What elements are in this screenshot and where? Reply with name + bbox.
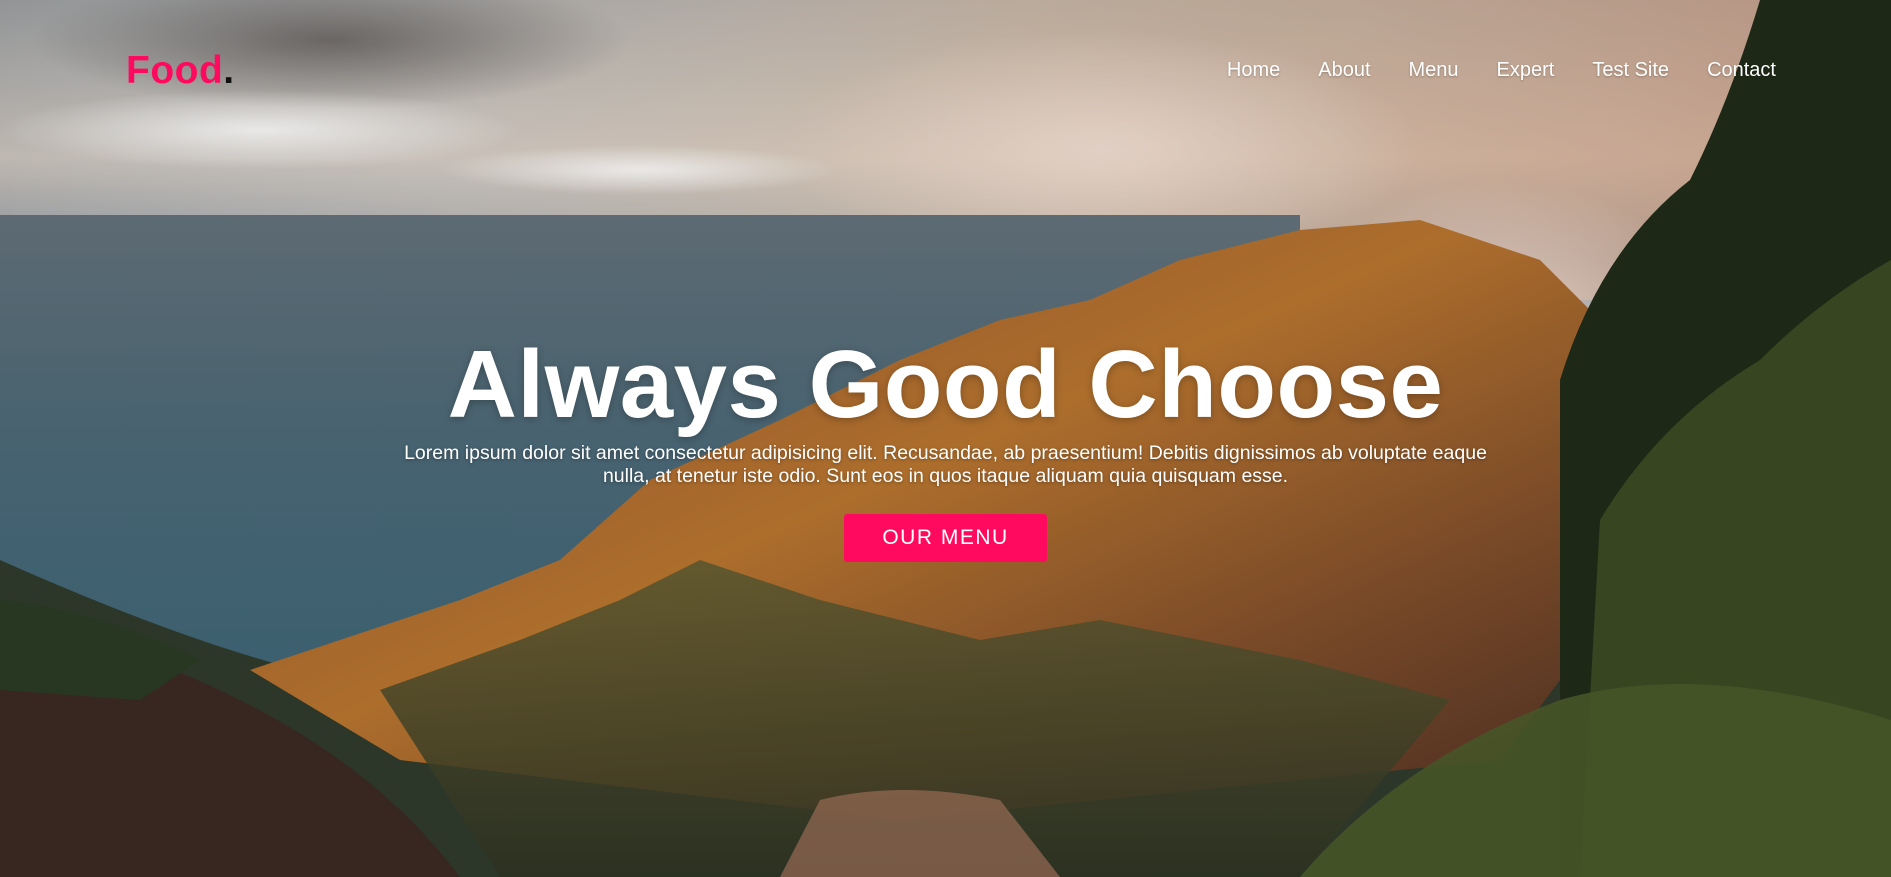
brand-dot: . xyxy=(223,49,235,92)
nav-link-menu[interactable]: Menu xyxy=(1409,58,1459,82)
nav-item-about: About xyxy=(1318,58,1370,82)
nav-link-home[interactable]: Home xyxy=(1227,58,1280,82)
nav-link-test-site[interactable]: Test Site xyxy=(1592,58,1669,82)
hero-description: Lorem ipsum dolor sit amet consectetur a… xyxy=(404,442,1487,487)
nav-menu: Home About Menu Expert Test Site Contact xyxy=(1189,58,1776,82)
brand-name: Food xyxy=(126,49,224,92)
hero-section: Food. Home About Menu Expert Test Site C… xyxy=(0,0,1891,877)
nav-item-contact: Contact xyxy=(1707,58,1776,82)
brand-logo[interactable]: Food. xyxy=(126,48,235,94)
our-menu-button[interactable]: OUR MENU xyxy=(844,514,1047,562)
hero-headline: Always Good Choose xyxy=(447,331,1444,438)
top-navbar: Food. Home About Menu Expert Test Site C… xyxy=(0,0,1891,140)
nav-link-expert[interactable]: Expert xyxy=(1497,58,1555,82)
hero-content: Always Good Choose Lorem ipsum dolor sit… xyxy=(0,330,1891,562)
nav-item-expert: Expert xyxy=(1497,58,1555,82)
nav-link-about[interactable]: About xyxy=(1318,58,1370,82)
nav-item-menu: Menu xyxy=(1409,58,1459,82)
nav-item-test-site: Test Site xyxy=(1592,58,1669,82)
nav-link-contact[interactable]: Contact xyxy=(1707,58,1776,82)
nav-item-home: Home xyxy=(1227,58,1280,82)
